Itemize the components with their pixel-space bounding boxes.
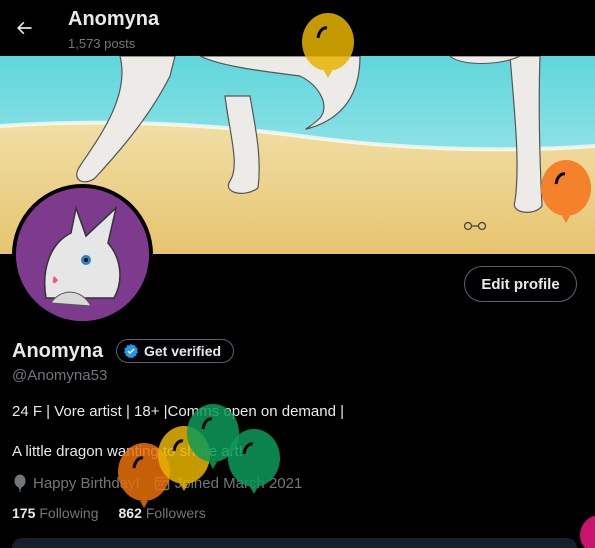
post-count: 1,573 posts — [68, 36, 136, 51]
profile-header: Anomyna 1,573 posts — [0, 0, 595, 56]
followers-label: Followers — [145, 505, 206, 521]
get-verified-label: Get verified — [144, 343, 222, 359]
followers-count: 862 — [118, 505, 142, 521]
following-label: Following — [39, 505, 99, 521]
followers-link[interactable]: 862 Followers — [119, 505, 206, 521]
bio-line-2: A little dragon wanting to share art! — [12, 443, 243, 460]
following-count: 175 — [12, 505, 36, 521]
joined-text: Joined March 2021 — [174, 474, 303, 492]
user-handle: @Anomyna53 — [12, 367, 108, 384]
floating-action-button[interactable] — [580, 515, 595, 548]
header-title: Anomyna — [68, 8, 160, 30]
back-button[interactable] — [8, 12, 40, 44]
get-verified-button[interactable]: Get verified — [116, 339, 235, 363]
calendar-icon — [154, 476, 169, 491]
follow-stats: 175 Following 862 Followers — [12, 505, 226, 521]
following-link[interactable]: 175 Following — [12, 505, 99, 521]
avatar-dragon-image — [16, 188, 149, 321]
edit-profile-button[interactable]: Edit profile — [464, 266, 577, 302]
profile-meta: Happy Birthday! Joined March 2021 — [12, 474, 316, 492]
back-arrow-icon — [17, 21, 32, 35]
display-name: Anomyna — [12, 340, 104, 362]
birthday-text: Happy Birthday! — [33, 474, 140, 492]
verified-badge-icon — [124, 344, 138, 359]
balloon-icon — [14, 474, 26, 492]
joined-item: Joined March 2021 — [154, 474, 303, 492]
profile-avatar[interactable] — [12, 184, 153, 325]
bio-line-1: 24 F | Vore artist | 18+ |Comms open on … — [12, 403, 345, 420]
birthday-item: Happy Birthday! — [12, 474, 140, 492]
next-section-bar — [12, 538, 577, 548]
